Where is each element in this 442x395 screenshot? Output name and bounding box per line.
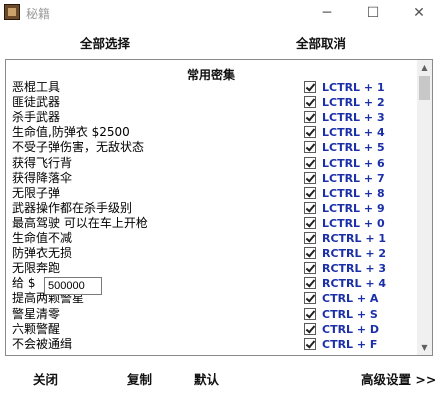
cheat-checkbox[interactable] (304, 262, 316, 275)
cheat-row: 武器操作都在杀手级别 LCTRL + 9 (6, 201, 414, 216)
cheat-label: 给 $ (12, 276, 36, 291)
cheat-label: 恶棍工具 (12, 80, 61, 94)
hotkey-label: RCTRL + 1 (322, 232, 387, 245)
cheat-checkbox[interactable] (304, 96, 316, 109)
hotkey-label: LCTRL + 8 (322, 186, 385, 200)
scroll-up-icon[interactable]: ▲ (417, 60, 432, 75)
cheat-label: 无限奔跑 (12, 261, 61, 276)
cheat-row: 恶棍工具 LCTRL + 1 (6, 80, 414, 95)
cheat-label: 防弹衣无损 (12, 246, 73, 261)
cheat-row: 不会被通缉 CTRL + F (6, 337, 414, 352)
cheat-label: 获得飞行背 (12, 155, 73, 170)
cheat-label: 生命值不减 (12, 231, 73, 245)
vertical-scrollbar[interactable]: ▲ ▼ (417, 60, 432, 355)
cheat-row: 生命值,防弹衣 $2500 LCTRL + 4 (6, 125, 414, 140)
hotkey-label: CTRL + F (322, 337, 378, 351)
cheat-row: 生命值不减 RCTRL + 1 (6, 231, 414, 246)
cheat-row: 无限子弹 LCTRL + 8 (6, 186, 414, 201)
cheat-row: 获得降落伞 LCTRL + 7 (6, 171, 414, 186)
cheat-row: 防弹衣无损 RCTRL + 2 (6, 246, 414, 261)
cheat-checkbox[interactable] (304, 81, 316, 93)
cheat-row: 警星清零 CTRL + S (6, 307, 414, 322)
cheat-label: 最高驾驶 可以在车上开枪 (12, 215, 148, 230)
cheat-row: 不受子弹伤害，无敌状态 LCTRL + 5 (6, 140, 414, 155)
cheat-row: 六颗警醒 CTRL + D (6, 322, 414, 337)
cheat-checkbox[interactable] (304, 186, 316, 199)
cheat-checkbox[interactable] (304, 277, 316, 290)
maximize-button[interactable]: ☐ (350, 0, 396, 26)
close-button[interactable]: 关闭 (33, 369, 58, 388)
money-amount-input[interactable] (44, 277, 102, 295)
cheat-checkbox[interactable] (304, 156, 316, 169)
cheat-list-panel: 常用密集 恶棍工具 LCTRL + 1 匪徒武器 LCTRL + 2 杀手武器 LCTRL… (5, 59, 433, 356)
cheat-checkbox[interactable] (304, 141, 316, 154)
cheat-checkbox[interactable] (304, 247, 316, 260)
cheat-label: 生命值,防弹衣 $2500 (12, 125, 130, 140)
scroll-down-icon[interactable]: ▼ (417, 340, 432, 355)
hotkey-label: LCTRL + 4 (322, 126, 385, 140)
title-bar: 秘籍 ─ ☐ ✕ (0, 0, 442, 26)
default-button[interactable]: 默认 (194, 369, 219, 388)
hotkey-label: CTRL + D (322, 322, 380, 336)
cheat-row: 获得飞行背 LCTRL + 6 (6, 156, 414, 171)
hotkey-label: LCTRL + 2 (322, 96, 385, 110)
hotkey-label: RCTRL + 3 (322, 262, 387, 276)
cheat-checkbox[interactable] (304, 232, 316, 244)
cheat-row: 最高驾驶 可以在车上开枪 LCTRL + 0 (6, 216, 414, 231)
cheat-label: 武器操作都在杀手级别 (12, 200, 133, 215)
cheat-row: 杀手武器 LCTRL + 3 (6, 110, 414, 125)
cheat-checkbox[interactable] (304, 307, 316, 320)
cheat-label: 获得降落伞 (12, 170, 73, 185)
select-all-button[interactable]: 全部选择 (80, 33, 130, 52)
hotkey-label: LCTRL + 9 (322, 201, 385, 215)
cheat-checkbox[interactable] (304, 126, 316, 139)
copy-button[interactable]: 复制 (127, 369, 152, 388)
hotkey-label: LCTRL + 5 (322, 141, 385, 155)
cheat-label: 六颗警醒 (12, 321, 61, 336)
cheat-checkbox[interactable] (304, 171, 316, 184)
hotkey-label: CTRL + A (322, 292, 379, 306)
advanced-settings-button[interactable]: 高级设置 >> (361, 369, 436, 388)
cheat-label: 警星清零 (12, 306, 61, 321)
cheat-label: 不受子弹伤害，无敌状态 (12, 140, 145, 155)
minimize-button[interactable]: ─ (304, 0, 350, 26)
hotkey-label: LCTRL + 3 (322, 111, 385, 125)
cheat-checkbox[interactable] (304, 201, 316, 214)
cheat-label: 无限子弹 (12, 185, 61, 200)
cheat-checkbox[interactable] (304, 292, 316, 305)
cheat-checkbox[interactable] (304, 216, 316, 229)
cheat-checkbox[interactable] (304, 322, 316, 335)
app-icon (4, 4, 20, 20)
cheat-checkbox[interactable] (304, 111, 316, 124)
hotkey-label: CTRL + S (322, 307, 378, 321)
hotkey-label: RCTRL + 4 (322, 277, 387, 291)
close-window-button[interactable]: ✕ (396, 0, 442, 26)
hotkey-label: LCTRL + 0 (322, 216, 385, 230)
window-title: 秘籍 (26, 7, 51, 21)
scrollbar-thumb[interactable] (419, 76, 430, 100)
cheat-label: 不会被通缉 (12, 336, 73, 351)
hotkey-label: LCTRL + 7 (322, 171, 385, 185)
cheat-row: 无限奔跑 RCTRL + 3 (6, 261, 414, 276)
cheat-checkbox[interactable] (304, 337, 316, 350)
hotkey-label: LCTRL + 6 (322, 156, 385, 170)
cheat-label: 匪徒武器 (12, 95, 61, 110)
cheat-row: 匪徒武器 LCTRL + 2 (6, 95, 414, 110)
hotkey-label: LCTRL + 1 (322, 81, 385, 94)
deselect-all-button[interactable]: 全部取消 (296, 33, 346, 52)
cheat-label: 杀手武器 (12, 110, 61, 125)
hotkey-label: RCTRL + 2 (322, 247, 387, 261)
